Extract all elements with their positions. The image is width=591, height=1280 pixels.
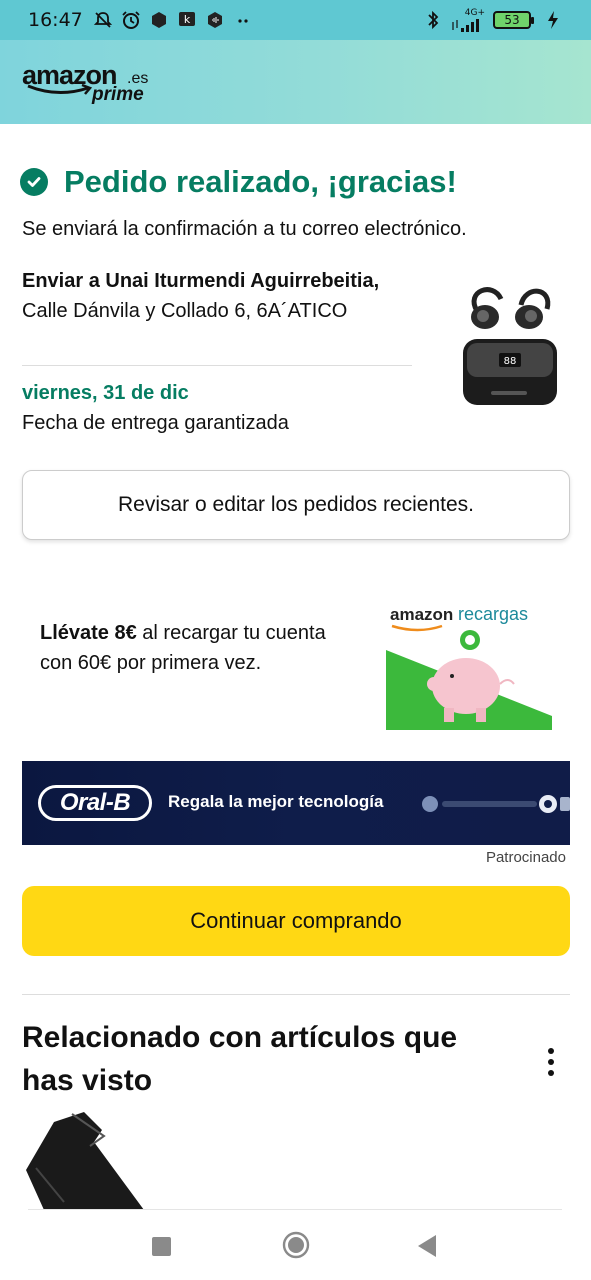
product-image[interactable]: 88 [455,283,563,409]
svg-text:k: k [184,13,191,26]
divider [22,994,570,995]
sponsored-label: Patrocinado [485,849,566,866]
promo-highlight: Llévate 8€ [40,622,137,644]
network-label: 4G+ [464,7,485,18]
divider [22,365,412,366]
svg-text:88: 88 [504,356,517,367]
confirmation-title-row: Pedido realizado, ¡gracias! [20,164,457,200]
app-header: amazon .es prime [0,40,591,124]
related-product-image[interactable] [24,1112,154,1210]
battery-level: 53 [504,13,520,27]
review-orders-button[interactable]: Revisar o editar los pedidos recientes. [22,470,570,540]
logo-prime: prime [92,84,144,105]
sound-icon [205,10,225,30]
sponsored-banner[interactable]: Oral-B Regala la mejor tecnología [22,761,570,845]
continue-shopping-button[interactable]: Continuar comprando [22,886,570,956]
shipping-street: Calle Dánvila y Collado 6, 6A´ATICO [22,300,348,322]
more-dots-icon [233,10,253,30]
charging-icon [543,10,563,30]
status-time: 16:47 [28,9,83,31]
related-section-title: Relacionado con artículos que has visto [22,1021,458,1097]
promo-art-brand: amazon [390,605,453,624]
check-circle-icon [20,168,48,196]
status-bar: 16:47 k 4G+ 53 [0,0,591,40]
alarm-icon [121,10,141,30]
oral-b-logo: Oral-B [38,785,152,821]
delivery-note: Fecha de entrega garantizada [22,412,289,434]
divider [28,1209,562,1210]
back-icon[interactable] [416,1233,438,1259]
promo-art-product: recargas [458,604,528,624]
bell-off-icon [93,10,113,30]
home-icon[interactable] [282,1231,310,1259]
battery-icon: 53 [493,11,534,29]
delivery-date: viernes, 31 de dic [22,382,189,404]
bluetooth-icon [423,10,443,30]
more-options-icon[interactable] [540,1046,562,1080]
amazon-recargas-promo-image[interactable]: amazon recargas [386,600,554,730]
toothbrush-icon [422,795,570,813]
k-app-icon: k [177,10,197,30]
shipping-recipient: Enviar a Unai Iturmendi Aguirrebeitia, [22,270,380,292]
page-title: Pedido realizado, ¡gracias! [64,164,457,199]
signal-icon: 4G+ [451,7,485,32]
smile-icon [27,83,93,95]
amazon-prime-logo[interactable]: amazon .es prime [22,60,162,110]
promo-text[interactable]: Llévate 8€ al recargar tu cuenta con 60€… [40,618,340,678]
banner-text: Regala la mejor tecnología [168,792,384,811]
shipping-address: Enviar a Unai Iturmendi Aguirrebeitia, C… [22,266,422,326]
recent-apps-icon[interactable] [152,1237,171,1256]
confirmation-subtitle: Se enviará la confirmación a tu correo e… [22,218,467,240]
shield-icon [149,10,169,30]
system-nav-bar [0,1212,591,1280]
